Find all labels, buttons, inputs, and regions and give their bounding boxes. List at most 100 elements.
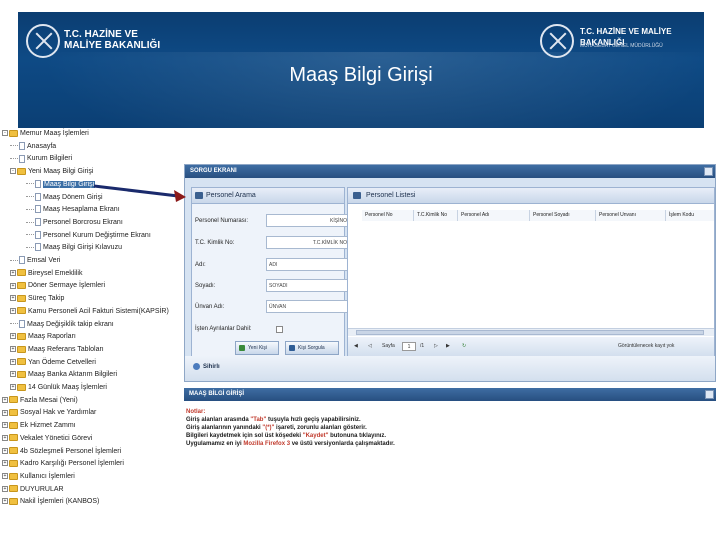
note-required-fields: Giriş alanlarının yanındaki "(*)" işaret… [186,425,367,431]
page-number-input[interactable]: 1 [402,342,416,351]
tree-item[interactable]: + Ek Hizmet Zammı [2,420,76,431]
query-person-button[interactable]: Kişi Sorgula [285,341,339,355]
expand-toggle-icon[interactable]: + [2,422,8,429]
tree-item[interactable]: + Kullanıcı İşlemleri [2,471,75,482]
tree-item[interactable]: +4b Sözleşmeli Personel İşlemleri [2,446,121,457]
collapse-toggle-icon[interactable]: - [2,130,8,137]
tree-item[interactable]: Personel Kurum Değiştirme Ekranı [26,230,151,241]
tree-item[interactable]: + Kadro Karşılığı Personel İşlemleri [2,458,124,469]
wizard-icon [193,363,200,370]
expand-toggle-icon[interactable]: + [10,269,16,276]
tree-item[interactable]: Anasayfa [10,141,56,152]
folder-icon [17,345,26,353]
folder-icon [17,269,26,277]
page-icon [19,154,25,163]
tree-item[interactable]: Maaş Bilgi Girişi [26,179,96,190]
folder-icon [9,472,18,480]
tree-item[interactable]: + DUYURULAR [2,484,64,495]
expand-toggle-icon[interactable]: + [10,295,16,302]
expand-toggle-icon[interactable]: + [10,384,16,391]
expand-toggle-icon[interactable]: + [2,460,8,467]
horizontal-scrollbar[interactable] [348,328,714,336]
column-header-tc-id[interactable]: T.C.Kimlik No [414,210,458,221]
scrollbar-thumb[interactable] [356,330,704,335]
expand-toggle-icon[interactable]: + [10,346,16,353]
tree-item[interactable]: + Vekalet Yönetici Görevi [2,433,92,444]
last-page-icon[interactable]: ▶ [446,337,450,356]
search-panel-icon [195,192,203,199]
tree-item[interactable]: Maaş Bilgi Girişi Kılavuzu [26,242,122,253]
collapse-icon[interactable] [704,167,713,176]
expand-toggle-icon[interactable]: + [2,409,8,416]
column-header-personnel-no[interactable]: Personel No [362,210,414,221]
tree-connector [10,323,18,325]
collapse-icon[interactable] [705,390,714,399]
page-icon [35,179,41,188]
notes-title: Notlar: [186,409,206,415]
tree-item-label: Personel Borcrosu Ekranı [43,218,123,226]
tree-item[interactable]: Emsal Veri [10,255,60,266]
new-person-button[interactable]: Yeni Kişi [235,341,279,355]
expand-toggle-icon[interactable]: + [2,498,8,505]
personnel-number-input[interactable]: KİŞİNO [266,214,350,227]
tree-item-label: Maaş Raporları [28,333,76,341]
directorate-subtitle: MUHASEBAT GENEL MÜDÜRLÜĞÜ [580,43,663,49]
tree-connector [26,196,34,198]
first-name-input[interactable]: ADI [266,258,350,271]
expand-toggle-icon[interactable]: + [10,282,16,289]
tree-item-label: 4b Sözleşmeli Personel İşlemleri [20,447,122,455]
tree-item[interactable]: Personel Borcrosu Ekranı [26,217,123,228]
expand-toggle-icon[interactable]: + [10,333,16,340]
expand-toggle-icon[interactable]: + [2,447,8,454]
surname-input[interactable]: SOYADI [266,279,350,292]
folder-icon [9,409,18,417]
tree-item[interactable]: + Yan Ödeme Cetvelleri [10,357,96,368]
tree-item[interactable]: + Maaş Banka Aktarım Bilgileri [10,369,117,380]
tree-item[interactable]: +14 Günlük Maaş İşlemleri [10,382,107,393]
tree-item[interactable]: + Maaş Raporları [10,331,76,342]
tc-id-label: T.C. Kimlik No: [195,240,235,246]
wizard-label[interactable]: Sihirlı [203,364,220,370]
tree-item[interactable]: + Sosyal Hak ve Yardımlar [2,407,96,418]
first-page-icon[interactable]: ◀ [354,337,358,356]
tree-item[interactable]: + Süreç Takip [10,293,64,304]
column-header-operation-code[interactable]: İşlem Kodu [666,210,714,221]
tree-item[interactable]: Maaş Hesaplama Ekranı [26,204,120,215]
tree-item-label: Maaş Banka Aktarım Bilgileri [28,371,118,379]
add-icon [239,345,245,351]
tree-item[interactable]: Maaş Değişiklik takip ekranı [10,319,114,330]
tree-item[interactable]: + Döner Sermaye İşlemleri [10,280,105,291]
tree-item[interactable]: - Yeni Maaş Bilgi Girişi [10,166,94,177]
column-header-first-name[interactable]: Personel Adı [458,210,530,221]
tree-item[interactable]: + Kamu Personeli Acil Fakturi Sistemi(KAP… [10,306,169,317]
column-header-title[interactable]: Personel Unvanı [596,210,666,221]
next-page-icon[interactable]: ▷ [434,337,438,356]
title-input[interactable]: ÜNVAN [266,300,350,313]
expand-toggle-icon[interactable]: + [2,473,8,480]
note-browser: Uygulamamız en iyi Mozilla Firefox 3 ve … [186,441,395,447]
tree-item[interactable]: + Fazla Mesai (Yeni) [2,395,78,406]
tree-item[interactable]: + Bireysel Emeklilik [10,268,82,279]
tc-id-input[interactable]: T.C.KİMLİK NO [266,236,350,249]
expand-toggle-icon[interactable]: + [10,371,16,378]
tree-item[interactable]: + Nakil İşlemleri (KANBOS) [2,496,99,507]
tree-item[interactable]: Kurum Bilgileri [10,153,72,164]
tree-item[interactable]: Maaş Dönem Girişi [26,192,103,203]
refresh-icon[interactable]: ↻ [462,337,466,356]
list-panel-icon [353,192,361,199]
tree-connector [26,234,34,236]
expand-toggle-icon[interactable]: + [2,434,8,441]
column-header-surname[interactable]: Personel Soyadı [530,210,596,221]
prev-page-icon[interactable]: ◁ [368,337,372,356]
tree-item[interactable]: - Memur Maaş İşlemleri [2,128,89,139]
expand-toggle-icon[interactable]: + [10,307,16,314]
include-departed-checkbox[interactable] [276,326,283,333]
slide-title: Maaş Bilgi Girişi [289,64,433,86]
expand-toggle-icon[interactable]: + [2,485,8,492]
tree-item[interactable]: + Maaş Referans Tabloları [10,344,104,355]
collapse-toggle-icon[interactable]: - [10,168,16,175]
personnel-list-panel: Personel Listesi Personel No T.C.Kimlik … [347,187,715,357]
folder-icon [9,447,18,455]
expand-toggle-icon[interactable]: + [2,396,8,403]
expand-toggle-icon[interactable]: + [10,358,16,365]
